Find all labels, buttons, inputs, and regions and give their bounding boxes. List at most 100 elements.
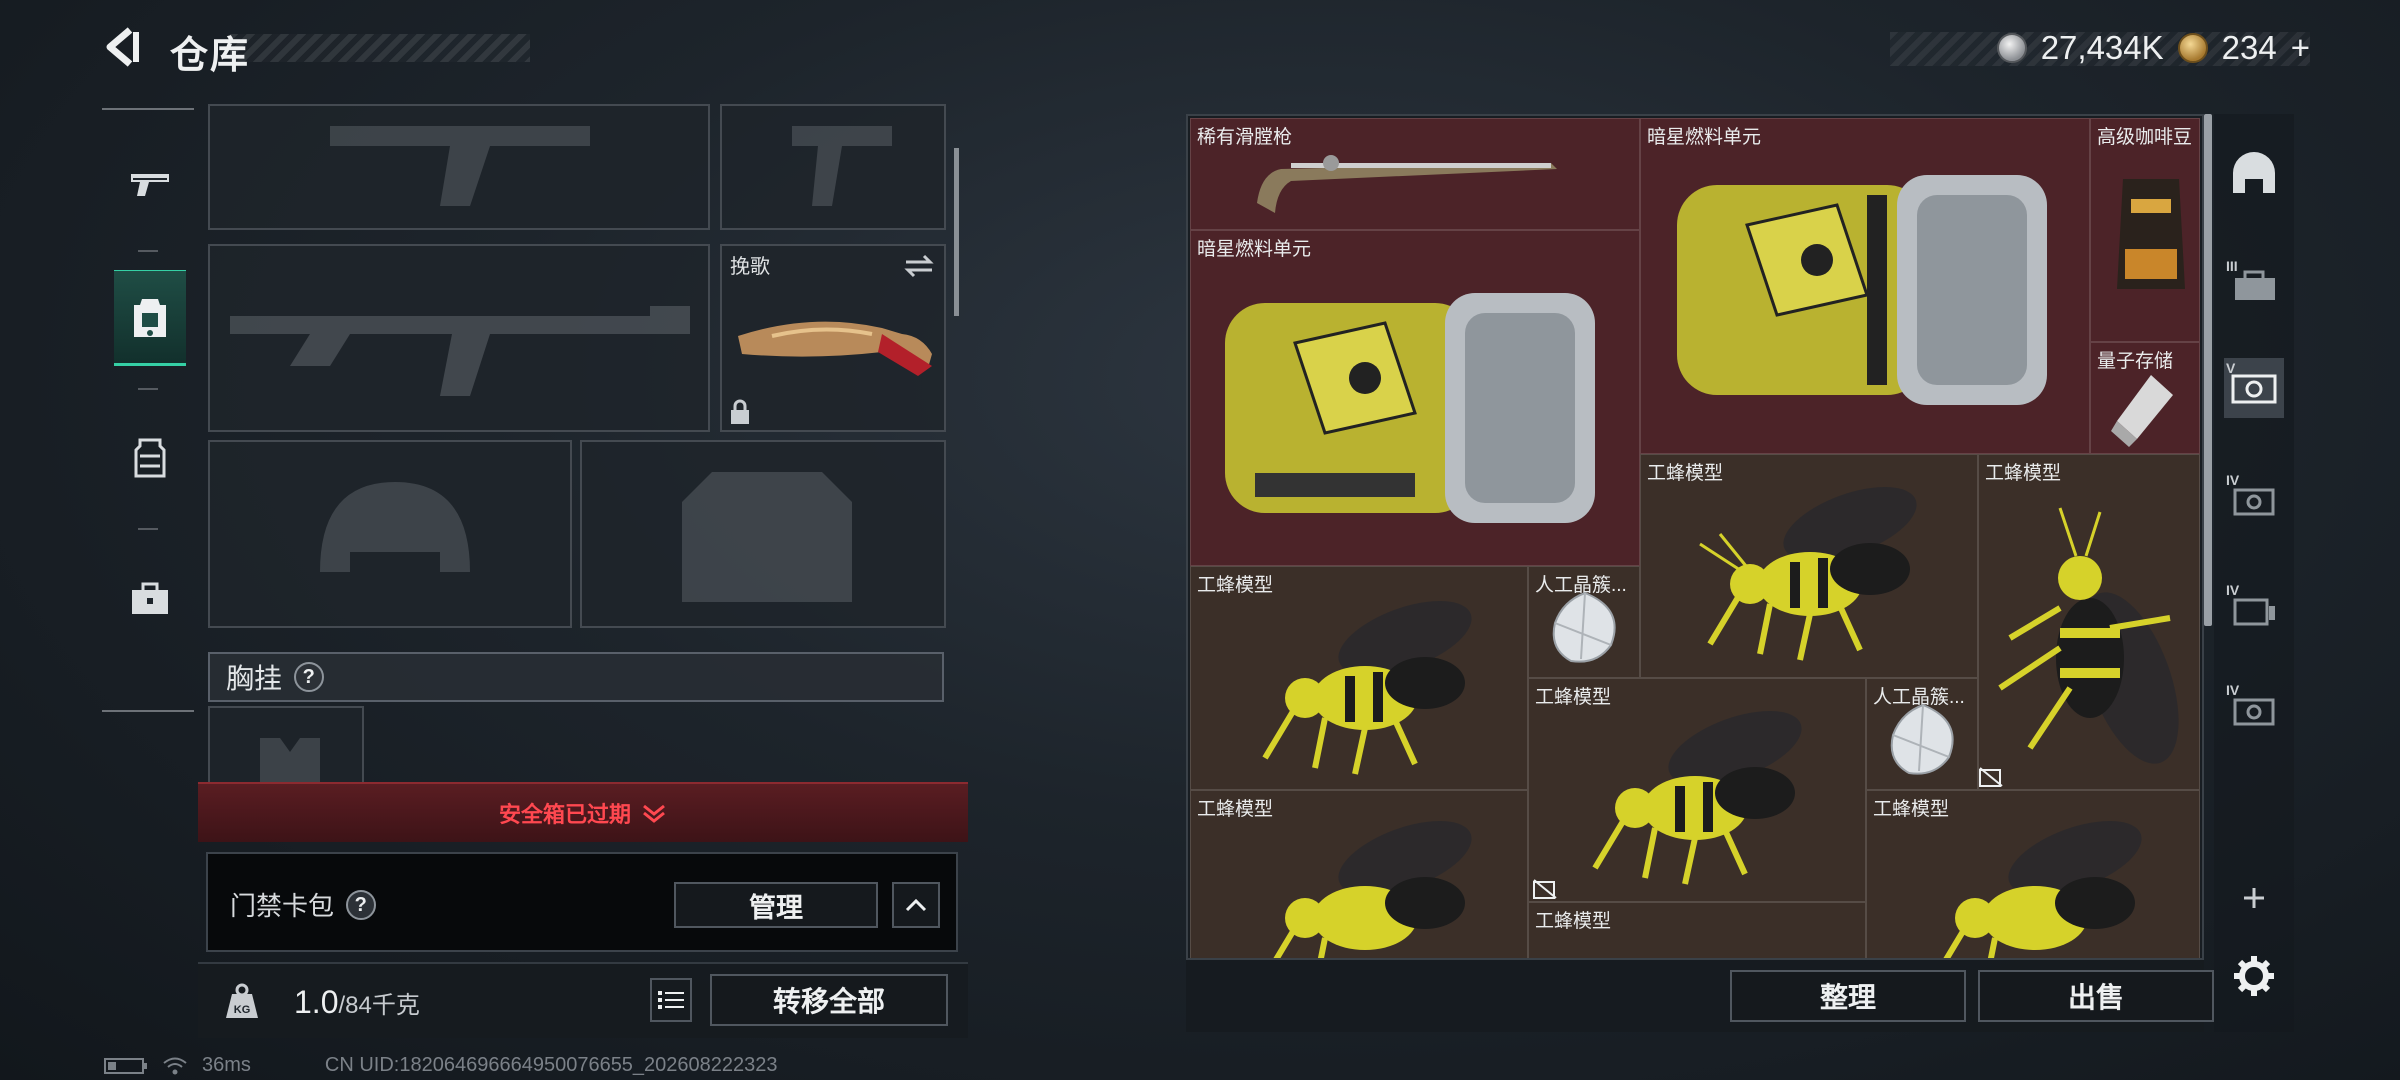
wasp-model-icon <box>1943 821 2142 958</box>
item-cell[interactable]: 工蜂模型 <box>1528 902 1866 958</box>
crystal-icon <box>1552 591 1616 663</box>
tab-case-4b[interactable]: IV <box>2224 580 2284 640</box>
rifle-silhouette-icon <box>330 126 590 206</box>
wasp-model-icon <box>1592 711 1802 885</box>
nav-separator <box>138 388 158 390</box>
battery-icon <box>104 1057 147 1074</box>
item-cell[interactable]: 高级咖啡豆 <box>2090 118 2200 342</box>
melee-label: 挽歌 <box>730 256 770 278</box>
storage-scrollbar[interactable] <box>2204 114 2212 626</box>
tier-label: III <box>2226 258 2238 274</box>
settings-button[interactable] <box>2224 946 2284 1006</box>
swap-icon[interactable] <box>902 252 936 280</box>
secondary-weapon-slot[interactable] <box>208 244 710 432</box>
nav-separator <box>138 250 158 252</box>
item-cell[interactable]: 稀有滑膛枪 <box>1190 118 1640 230</box>
nav-weapons[interactable] <box>114 138 186 234</box>
plus-icon <box>2244 888 2264 908</box>
helmet-slot[interactable] <box>208 440 572 628</box>
silver-coin-icon <box>1996 33 2027 63</box>
melee-slot[interactable]: 挽歌 <box>720 244 946 432</box>
keycard-label: 门禁卡包 <box>230 891 335 921</box>
organize-button[interactable]: 整理 <box>1730 970 1966 1022</box>
tab-case-3[interactable]: III <box>2224 256 2284 316</box>
wasp-model-icon <box>1262 601 1472 775</box>
left-scrollbar[interactable] <box>954 148 959 316</box>
chest-rig-header: 胸挂 ? <box>208 652 944 702</box>
helmet-icon <box>2233 152 2275 193</box>
lock-icon <box>731 399 749 424</box>
manage-button[interactable]: 管理 <box>674 882 878 928</box>
nav-armor[interactable] <box>114 410 186 506</box>
nav-equipment[interactable] <box>114 270 186 366</box>
tier-label: IV <box>2226 472 2240 488</box>
keycard-pack: 门禁卡包 ? 管理 <box>206 852 958 952</box>
crystal-icon <box>1890 703 1954 775</box>
body-armor-silhouette-icon <box>682 472 852 602</box>
tab-main-storage[interactable] <box>2224 144 2284 204</box>
add-currency-button[interactable]: + <box>2291 29 2310 67</box>
item-cell[interactable]: 暗星燃料单元 <box>1640 118 2090 454</box>
left-category-nav <box>102 108 194 712</box>
back-button[interactable] <box>98 22 148 72</box>
sell-button[interactable]: 出售 <box>1978 970 2214 1022</box>
ping-text: 36ms <box>202 1054 251 1076</box>
item-name: 工蜂模型 <box>1535 911 1612 932</box>
safebox-expired-text: 安全箱已过期 <box>498 802 631 827</box>
tier-label: IV <box>2226 582 2240 598</box>
add-case-button[interactable] <box>2224 868 2284 928</box>
primary-weapon-slot[interactable] <box>208 104 710 230</box>
musket-icon <box>1257 155 1557 213</box>
item-cell[interactable]: 量子存储 <box>2090 342 2200 454</box>
usb-drive-icon <box>2111 375 2173 447</box>
vest-icon <box>134 438 166 478</box>
wasp-model-icon <box>1699 487 1917 661</box>
pistol-silhouette-icon <box>792 126 892 206</box>
collapse-button[interactable] <box>892 882 940 928</box>
sidearm-slot[interactable] <box>720 104 946 230</box>
status-bar: 36ms CN UID:18206469666495007665​5_20260… <box>104 1054 778 1077</box>
fuel-cell-icon <box>1677 175 2047 405</box>
capacity-bar: KG 1.0/84千克 转移全部 <box>198 962 968 1038</box>
tab-case-4c[interactable]: IV <box>2224 680 2284 740</box>
wasp-model-icon <box>1998 507 2179 764</box>
item-name: 暗星燃料单元 <box>1197 239 1312 260</box>
weight-max: /84千克 <box>338 992 420 1019</box>
chest-rig-help-icon[interactable]: ? <box>287 655 331 699</box>
assault-rifle-silhouette-icon <box>230 306 690 396</box>
uid-text: CN UID:18206469666495007665​5_2026082223… <box>324 1054 778 1076</box>
item-cell[interactable]: 人工晶簇... <box>1528 566 1640 678</box>
tab-case-4a[interactable]: IV <box>2224 470 2284 530</box>
item-cell[interactable]: 暗星燃料单元 <box>1190 230 1640 566</box>
unsearched-marker-icon <box>1533 879 1557 899</box>
weight-display: 1.0/84千克 <box>294 984 420 1021</box>
transfer-all-button[interactable]: 转移全部 <box>710 974 948 1026</box>
silver-amount: 27,434K <box>2040 29 2164 66</box>
fuel-cell-icon <box>1225 293 1595 523</box>
gold-amount: 234 <box>2221 29 2277 66</box>
safebox-expired-bar[interactable]: 安全箱已过期 <box>198 782 968 842</box>
list-view-button[interactable] <box>650 978 692 1022</box>
backpack-icon <box>134 299 166 337</box>
armor-slot[interactable] <box>580 440 946 628</box>
coffee-bag-icon <box>2117 179 2185 289</box>
item-name: 工蜂模型 <box>1985 463 2062 484</box>
wasp-model-icon <box>1273 821 1472 958</box>
keycard-help-icon[interactable]: ? <box>339 883 383 926</box>
weight-icon: KG <box>226 983 258 1018</box>
weight-current: 1.0 <box>294 984 339 1020</box>
tab-case-5[interactable]: V <box>2224 358 2284 418</box>
keycard-label-group: 门禁卡包 ? <box>230 883 383 926</box>
page-title: 仓库 <box>170 35 251 77</box>
storage-tabs: III V IV IV IV <box>2214 114 2294 1032</box>
currency-display[interactable]: 27,434K 234 + <box>1996 26 2310 70</box>
item-name: 暗星燃料单元 <box>1647 127 1762 148</box>
nav-items[interactable] <box>114 550 186 646</box>
svg-text:KG: KG <box>234 1004 251 1016</box>
gold-coin-icon <box>2177 33 2208 63</box>
unsearched-marker-icon <box>1979 767 2003 787</box>
storage-grid: 稀有滑膛枪 暗星燃料单元 高级咖啡豆 暗星燃料单元 量子存储 工蜂模型 工蜂模型… <box>1190 118 2200 958</box>
gear-icon <box>2234 956 2274 996</box>
list-icon <box>658 991 684 1009</box>
item-cell[interactable]: 人工晶簇... <box>1866 678 1978 790</box>
